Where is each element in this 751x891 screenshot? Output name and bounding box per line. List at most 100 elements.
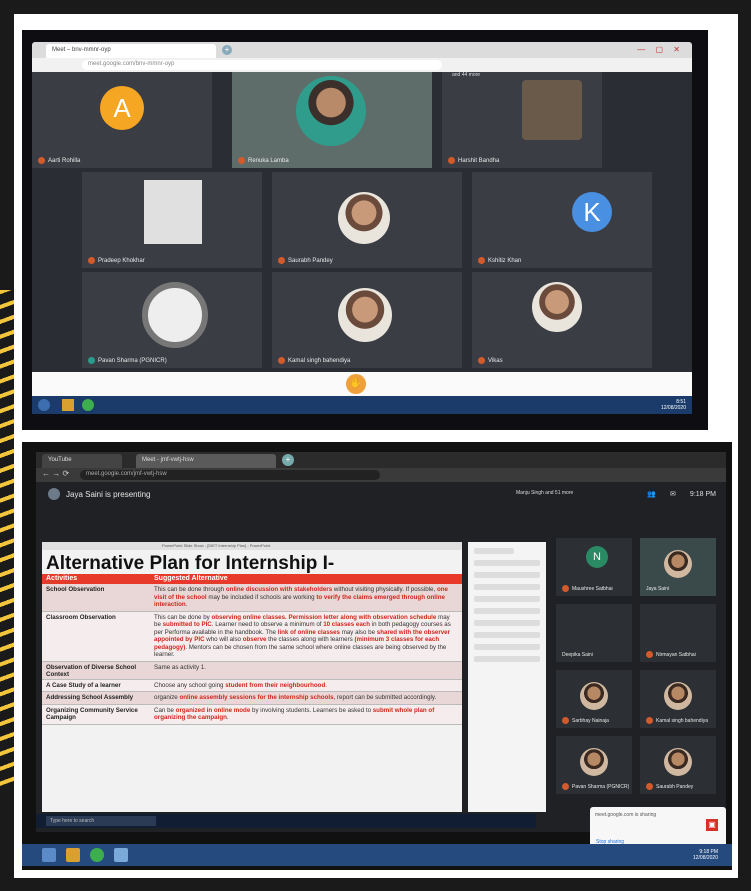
- browser-tab[interactable]: YouTube: [42, 454, 122, 468]
- taskbar-search-input[interactable]: Type here to search: [46, 816, 156, 826]
- participant-name: Aarti Rohilla: [48, 157, 81, 164]
- slide-table-body: School Observation This can be done throu…: [42, 584, 462, 725]
- start-icon[interactable]: [38, 399, 50, 411]
- alternative-cell: Can be organized in online mode by invol…: [150, 705, 462, 724]
- chrome-icon[interactable]: [82, 399, 94, 411]
- participant-name: Deepika Saini: [562, 652, 593, 658]
- participant-tile[interactable]: K Kshitiz Khan: [472, 172, 652, 268]
- folder-icon[interactable]: [62, 399, 74, 411]
- participant-name: Saurabh Pandey: [288, 257, 333, 264]
- participant-name: Renuka Lamba: [248, 157, 289, 164]
- browser-tab-bar: YouTube Meet - jmf-vwtj-hsw +: [36, 452, 726, 468]
- mic-muted-icon: [478, 257, 485, 264]
- mic-muted-icon: [646, 783, 653, 790]
- body-text: may also be: [339, 628, 377, 636]
- body-text: who will also: [204, 636, 243, 643]
- new-tab-icon[interactable]: +: [282, 454, 294, 466]
- activity-cell: Addressing School Assembly: [46, 694, 134, 701]
- url-field[interactable]: meet.google.com/jmf-vwtj-hsw: [80, 470, 380, 480]
- highlighted-text: online discussion with stakeholders: [225, 586, 333, 593]
- participant-tile[interactable]: Nirmayan Satbhai: [640, 604, 716, 662]
- window-controls[interactable]: — ▢ ✕: [637, 45, 684, 54]
- hand-icon[interactable]: ✋: [346, 374, 366, 394]
- highlighted-text: student from their neighbourhood: [225, 681, 326, 689]
- participant-tile[interactable]: Kamal singh bahendiya: [640, 670, 716, 728]
- participant-tile[interactable]: Sarbhay Nainaja: [556, 670, 632, 728]
- presenting-banner: Jaya Saini is presenting: [48, 488, 151, 500]
- participant-tile[interactable]: Harshit Bandha: [442, 72, 602, 168]
- activity-cell: Observation of Diverse School Context: [46, 663, 137, 679]
- mic-muted-icon: [562, 783, 569, 790]
- mic-muted-icon: [278, 357, 285, 364]
- body-text: may be included if schools are working: [206, 593, 317, 601]
- browser-tab[interactable]: Meet – bnv-mmnr-oyp: [46, 44, 216, 58]
- body-text: Same as activity 1.: [154, 663, 206, 671]
- chat-icon[interactable]: ✉: [670, 490, 676, 498]
- participant-tile[interactable]: N Maushree Satbhai: [556, 538, 632, 596]
- body-text: by involving students. Learners be asked…: [250, 706, 373, 714]
- participant-video: [338, 192, 390, 244]
- participant-tile[interactable]: Pradeep Khokhar: [82, 172, 262, 268]
- activity-cell: School Observation: [46, 586, 105, 593]
- people-icon[interactable]: 👥: [647, 490, 656, 498]
- header-suggested-alternative: Suggested Alternative: [154, 575, 228, 582]
- chat-side-panel: [468, 542, 546, 812]
- mic-muted-icon: [562, 585, 569, 592]
- start-icon[interactable]: [42, 848, 56, 862]
- folder-icon[interactable]: [66, 848, 80, 862]
- slide-table-row: Organizing Community Service Campaign Can…: [42, 704, 462, 725]
- participant-tile[interactable]: A Aarti Rohilla: [32, 72, 212, 168]
- meet-top-controls: 👥 ✉ 9:18 PM: [647, 490, 716, 499]
- media-icon[interactable]: [114, 848, 128, 862]
- participant-name: Kamal singh bahendiya: [656, 717, 708, 724]
- participant-tile[interactable]: Pavan Sharma (PGNICR): [556, 736, 632, 794]
- slideshow-window-title: PowerPoint Slide Show - [DIET Internship…: [42, 542, 462, 550]
- participant-tile[interactable]: Kamal singh bahendiya: [272, 272, 462, 368]
- presenting-text: Jaya Saini is presenting: [66, 489, 151, 499]
- emblem-logo: [142, 282, 208, 348]
- participant-tile[interactable]: Deepika Saini: [556, 604, 632, 662]
- participant-video: [664, 550, 692, 578]
- participant-video: [580, 748, 608, 776]
- participant-tile[interactable]: Pavan Sharma (PGNICR): [82, 272, 262, 368]
- alternative-cell: Same as activity 1.: [150, 662, 462, 679]
- meet-participant-grid: A Aarti Rohilla Renuka Lamba Harshit Ban…: [32, 72, 692, 372]
- activity-cell: A Case Study of a learner: [46, 681, 121, 689]
- participant-tile[interactable]: Vikas: [472, 272, 652, 368]
- mic-muted-icon: [238, 157, 245, 164]
- body-text: without visiting physically. If possible…: [332, 586, 437, 593]
- highlighted-text: 10 classes each: [323, 621, 370, 628]
- slide-title: Alternative Plan for Internship I-: [46, 553, 335, 574]
- presented-slide: PowerPoint Slide Show - [DIET Internship…: [42, 542, 462, 812]
- slide-table-row: Addressing School Assembly organize onlin…: [42, 692, 462, 705]
- participant-name: Kshitiz Khan: [488, 257, 522, 264]
- participant-video: [338, 288, 392, 342]
- mic-muted-icon: [448, 157, 455, 164]
- participant-name: Jaya Saini: [646, 586, 670, 592]
- participant-video: [144, 180, 202, 244]
- slide-table-row: School Observation This can be done throu…: [42, 584, 462, 612]
- slide-table-row: Classroom Observation This can be done by…: [42, 611, 462, 662]
- participant-name: Sarbhay Nainaja: [572, 717, 609, 724]
- participants-badge: and 44 more: [452, 72, 481, 78]
- mic-muted-icon: [88, 257, 95, 264]
- participant-tile[interactable]: Saurabh Pandey: [272, 172, 462, 268]
- body-text: Can be: [154, 706, 176, 714]
- windows-taskbar: 9:18 PM 12/08/2020: [22, 844, 732, 866]
- participant-name: Harshit Bandha: [458, 157, 500, 164]
- browser-tab-active[interactable]: Meet - jmf-vwtj-hsw: [136, 454, 276, 468]
- participant-tile[interactable]: Jaya Saini: [640, 538, 716, 596]
- participant-video: [296, 76, 366, 146]
- body-text: organize: [154, 694, 180, 701]
- chrome-icon[interactable]: [90, 848, 104, 862]
- new-tab-icon[interactable]: +: [222, 45, 232, 55]
- avatar: A: [100, 86, 144, 130]
- mic-muted-icon: [646, 651, 653, 658]
- mic-muted-icon: [278, 257, 285, 264]
- participant-tile[interactable]: Saurabh Pandey: [640, 736, 716, 794]
- participant-tile[interactable]: Renuka Lamba: [232, 72, 432, 168]
- browser-address-bar: ← → ⟳ meet.google.com/jmf-vwtj-hsw: [36, 468, 726, 482]
- url-field[interactable]: meet.google.com/bnv-mmnr-oyp: [82, 60, 442, 70]
- participant-name: Pradeep Khokhar: [98, 257, 145, 264]
- nav-arrows-icon[interactable]: ← → ⟳: [42, 469, 69, 478]
